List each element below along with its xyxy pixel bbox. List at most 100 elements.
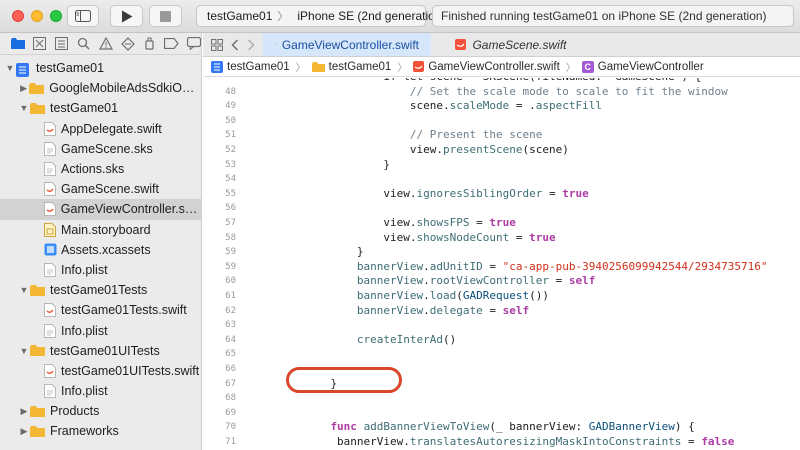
tab-game-scene[interactable]: GameScene.swift	[431, 33, 591, 56]
issue-navigator-tab[interactable]	[98, 36, 113, 51]
disclosure-closed-icon[interactable]: ▶	[18, 406, 30, 417]
code-token: rootViewController	[429, 274, 549, 288]
spray-can-icon	[144, 37, 154, 50]
code-token: ()	[443, 332, 457, 346]
tree-item-label: Info.plist	[61, 262, 108, 277]
tree-item-testgame01[interactable]: ▼ testGame01	[0, 58, 201, 78]
code-line[interactable]: 63	[203, 318, 800, 333]
tree-item-gamescene-sks[interactable]: GameScene.sks	[0, 139, 201, 159]
folder-icon-glyph	[30, 425, 45, 437]
folder-icon	[30, 425, 45, 437]
tab-game-view-controller[interactable]: GameViewController.swift	[263, 33, 431, 56]
code-area[interactable]: if let scene = SKScene(fileNamed: "GameS…	[203, 78, 800, 450]
jumpbar-group[interactable]: testGame01	[329, 61, 392, 73]
tree-item-googlemobileadssdkios-8[interactable]: ▶ GoogleMobileAdsSdkiOS-8...	[0, 78, 201, 98]
code-line[interactable]: if let scene = SKScene(fileNamed: "GameS…	[203, 78, 800, 85]
project-navigator-tab[interactable]	[10, 36, 25, 51]
plist-file-icon-glyph	[44, 384, 56, 399]
tree-item-label: GoogleMobileAdsSdkiOS-8...	[49, 81, 201, 96]
code-line[interactable]: 56	[203, 201, 800, 216]
disclosure-closed-icon[interactable]: ▶	[18, 426, 30, 437]
zoom-window-button[interactable]	[50, 10, 62, 22]
tree-item-info-plist[interactable]: Info.plist	[0, 260, 201, 280]
code-token: true	[562, 186, 589, 200]
disclosure-closed-icon[interactable]: ▶	[18, 83, 29, 94]
swift-file-icon-glyph	[43, 202, 56, 217]
tree-item-actions-sks[interactable]: Actions.sks	[0, 159, 201, 179]
disclosure-open-icon[interactable]: ▼	[18, 346, 30, 356]
line-number: 50	[225, 115, 236, 126]
tree-item-gamescene-swift[interactable]: GameScene.swift	[0, 179, 201, 199]
disclosure-open-icon[interactable]: ▼	[18, 103, 30, 113]
scheme-selector[interactable]: testGame01 〉 iPhone SE (2nd generation)	[196, 5, 445, 27]
tree-item-testgame01uitests-swift[interactable]: testGame01UITests.swift	[0, 361, 201, 381]
code-line[interactable]: 48 // Set the scale mode to scale to fit …	[203, 85, 800, 100]
code-token: scaleMode	[449, 99, 510, 113]
stop-button[interactable]	[149, 5, 182, 27]
code-line[interactable]: 65	[203, 347, 800, 362]
toggle-navigator-button[interactable]	[67, 5, 99, 27]
code-line[interactable]: 49 scene.scaleMode = .aspectFill	[203, 99, 800, 114]
code-line[interactable]: 62 bannerView.delegate = self	[203, 304, 800, 319]
tree-item-testgame01tests-swift[interactable]: testGame01Tests.swift	[0, 300, 201, 320]
code-text: if let scene = SKScene(fileNamed: "GameS…	[383, 78, 701, 85]
jumpbar-project[interactable]: testGame01	[227, 61, 290, 73]
test-navigator-tab[interactable]	[120, 36, 135, 51]
back-chevron-icon[interactable]	[231, 38, 239, 51]
debug-navigator-tab[interactable]	[142, 36, 157, 51]
code-line[interactable]: 66	[203, 362, 800, 377]
tree-item-testgame01tests[interactable]: ▼ testGame01Tests	[0, 280, 201, 300]
code-line[interactable]: 52 view.presentScene(scene)	[203, 143, 800, 158]
code-text: }	[357, 245, 364, 260]
document-icon-glyph	[44, 141, 56, 156]
code-token: self	[502, 303, 530, 317]
code-line[interactable]: 70 func addBannerViewToView(_ bannerView:…	[203, 420, 800, 435]
tree-item-products[interactable]: ▶ Products	[0, 401, 201, 421]
tree-item-info-plist[interactable]: Info.plist	[0, 381, 201, 401]
disclosure-open-icon[interactable]: ▼	[18, 285, 30, 295]
forward-chevron-icon[interactable]	[247, 38, 255, 51]
tree-item-appdelegate-swift[interactable]: AppDelegate.swift	[0, 119, 201, 139]
run-button[interactable]	[110, 5, 143, 27]
code-line[interactable]: 61 bannerView.load(GADRequest())	[203, 289, 800, 304]
line-number: 69	[225, 407, 236, 418]
tree-item-info-plist[interactable]: Info.plist	[0, 320, 201, 340]
code-line[interactable]: 51 // Present the scene	[203, 128, 800, 143]
jumpbar-symbol[interactable]: GameViewController	[598, 61, 704, 73]
symbol-navigator-tab[interactable]	[54, 36, 69, 51]
code-line[interactable]: 57 view.showsFPS = true	[203, 216, 800, 231]
tree-item-gameviewcontroller-swift[interactable]: GameViewController.swift	[0, 199, 201, 220]
code-line[interactable]: 55 view.ignoresSiblingOrder = true	[203, 187, 800, 202]
code-text: bannerView.adUnitID = "ca-app-pub-394025…	[357, 260, 768, 275]
tree-item-testgame01uitests[interactable]: ▼ testGame01UITests	[0, 341, 201, 361]
test-diamond-icon	[120, 36, 135, 51]
source-control-navigator-tab[interactable]	[32, 36, 47, 51]
code-line[interactable]: 54	[203, 172, 800, 187]
code-line[interactable]: 58 view.showsNodeCount = true	[203, 231, 800, 246]
tree-item-frameworks[interactable]: ▶ Frameworks	[0, 421, 201, 441]
jumpbar-file[interactable]: GameViewController.swift	[428, 61, 559, 73]
related-items-icon[interactable]	[211, 38, 223, 51]
code-line[interactable]: 50	[203, 114, 800, 129]
line-number: 68	[225, 393, 236, 404]
close-window-button[interactable]	[12, 10, 24, 22]
code-line[interactable]: 60 bannerView.rootViewController = self	[203, 274, 800, 289]
tree-item-main-storyboard[interactable]: Main.storyboard	[0, 220, 201, 240]
find-navigator-tab[interactable]	[76, 36, 91, 51]
code-line[interactable]: 59 bannerView.adUnitID = "ca-app-pub-3940…	[203, 260, 800, 275]
code-line[interactable]: 59}	[203, 245, 800, 260]
minimize-window-button[interactable]	[31, 10, 43, 22]
code-line[interactable]: 67}	[203, 377, 800, 392]
tree-item-testgame01[interactable]: ▼ testGame01	[0, 98, 201, 118]
swift-file-icon	[43, 202, 56, 217]
disclosure-open-icon[interactable]: ▼	[4, 63, 16, 73]
code-line[interactable]: 64 createInterAd()	[203, 333, 800, 348]
breakpoint-navigator-tab[interactable]	[164, 36, 179, 51]
code-line[interactable]: 71 bannerView.translatesAutoresizingMaskI…	[203, 435, 800, 450]
code-token: }	[356, 245, 364, 259]
code-line[interactable]: 53}	[203, 158, 800, 173]
code-line[interactable]: 69	[203, 406, 800, 421]
code-line[interactable]: 68	[203, 391, 800, 406]
report-navigator-tab[interactable]	[186, 36, 201, 51]
tree-item-assets-xcassets[interactable]: Assets.xcassets	[0, 240, 201, 260]
